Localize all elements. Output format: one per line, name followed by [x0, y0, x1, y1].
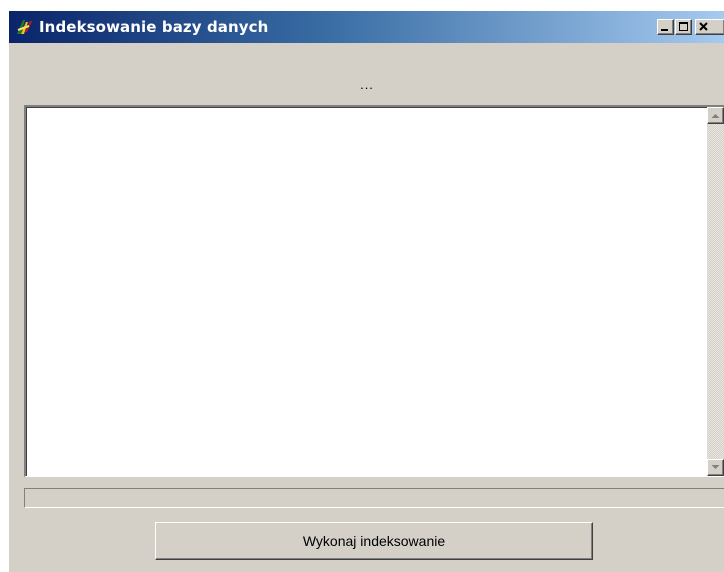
title-bar[interactable]: Indeksowanie bazy danych — [9, 11, 724, 43]
maximize-button[interactable] — [675, 19, 692, 35]
maximize-icon — [679, 22, 688, 31]
status-label: ... — [360, 77, 374, 92]
scroll-down-button[interactable] — [707, 459, 724, 476]
log-textarea[interactable] — [24, 105, 724, 477]
arrow-up-icon — [711, 114, 720, 118]
progress-bar — [24, 488, 724, 508]
arrow-down-icon — [711, 465, 720, 469]
main-window: Indeksowanie bazy danych ... Wykonaj ind… — [8, 10, 724, 572]
close-button[interactable] — [695, 19, 724, 35]
close-icon — [699, 22, 708, 31]
vertical-scrollbar[interactable] — [707, 107, 724, 476]
window-title: Indeksowanie bazy danych — [39, 18, 269, 36]
minimize-icon — [661, 29, 668, 31]
scroll-up-button[interactable] — [707, 107, 724, 124]
app-icon — [15, 18, 33, 36]
minimize-button[interactable] — [657, 19, 674, 35]
run-indexing-button[interactable]: Wykonaj indeksowanie — [155, 522, 593, 560]
